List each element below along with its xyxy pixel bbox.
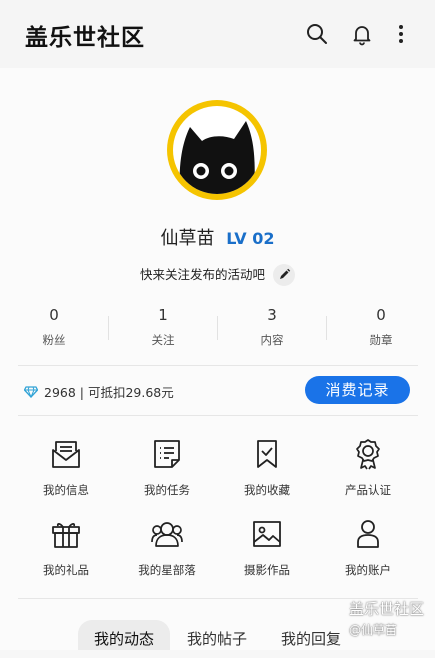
stat-content[interactable]: 3 内容 (218, 306, 326, 348)
bell-icon[interactable] (350, 22, 374, 50)
grid-item-label: 产品认证 (345, 483, 391, 497)
stat-value: 0 (49, 306, 59, 324)
bookmark-check-icon (222, 435, 312, 473)
consumption-record-button[interactable]: 消费记录 (305, 376, 410, 404)
grid-item-my-tribe[interactable]: 我的星部落 (122, 515, 212, 578)
image-icon (222, 515, 312, 553)
tab-my-replies[interactable]: 我的回复 (266, 620, 356, 650)
divider (326, 316, 327, 340)
stat-label: 关注 (151, 333, 175, 347)
watermark: 盖乐世社区 @仙草苗 (349, 598, 435, 638)
message-envelope-icon (21, 435, 111, 473)
stat-label: 勋章 (369, 333, 393, 347)
grid-item-label: 摄影作品 (244, 563, 290, 577)
search-icon[interactable] (305, 22, 329, 50)
points-text: 2968 | 可抵扣29.68元 (44, 385, 174, 400)
grid-item-my-info[interactable]: 我的信息 (21, 435, 111, 498)
grid-item-label: 我的星部落 (138, 563, 196, 577)
grid-item-my-account[interactable]: 我的账户 (323, 515, 413, 578)
stat-value: 3 (267, 306, 277, 324)
grid-item-label: 我的任务 (144, 483, 190, 497)
certified-badge-icon (323, 435, 413, 473)
diamond-icon (23, 386, 39, 399)
bio-row: 快来关注发布的活动吧 (0, 263, 435, 287)
group-icon (122, 515, 212, 553)
grid-item-product-certification[interactable]: 产品认证 (323, 435, 413, 498)
username: 仙草苗 (160, 228, 215, 249)
divider (217, 316, 218, 340)
bio-text: 快来关注发布的活动吧 (140, 267, 266, 282)
edit-bio-button[interactable] (273, 263, 295, 286)
avatar[interactable] (166, 99, 268, 201)
task-list-icon (122, 435, 212, 473)
grid-item-label: 我的账户 (345, 563, 391, 577)
app-bar: 盖乐世社区 (0, 0, 435, 68)
grid-item-photography[interactable]: 摄影作品 (222, 515, 312, 578)
divider (108, 316, 109, 340)
tab-my-activity[interactable]: 我的动态 (78, 620, 170, 650)
stat-medals[interactable]: 0 勋章 (327, 306, 435, 348)
grid-item-label: 我的收藏 (244, 483, 290, 497)
watermark-user: @仙草苗 (349, 623, 398, 637)
stat-label: 内容 (260, 333, 284, 347)
stat-fans[interactable]: 0 粉丝 (0, 306, 108, 348)
more-vertical-icon[interactable] (389, 22, 413, 50)
grid-item-label: 我的礼品 (43, 563, 89, 577)
stat-value: 1 (158, 306, 168, 324)
tab-my-posts[interactable]: 我的帖子 (172, 620, 262, 650)
pencil-icon (280, 268, 291, 279)
username-row: 仙草苗 LV 02 (0, 224, 435, 250)
level-badge: LV 02 (226, 229, 275, 248)
divider (18, 365, 418, 366)
user-icon (323, 515, 413, 553)
points-row: 2968 | 可抵扣29.68元 (23, 382, 174, 401)
grid-item-label: 我的信息 (43, 483, 89, 497)
app-title: 盖乐世社区 (25, 25, 145, 51)
grid-item-my-favorites[interactable]: 我的收藏 (222, 435, 312, 498)
grid-item-my-tasks[interactable]: 我的任务 (122, 435, 212, 498)
stat-following[interactable]: 1 关注 (109, 306, 217, 348)
divider (18, 415, 418, 416)
gift-icon (21, 515, 111, 553)
watermark-title: 盖乐世社区 (349, 600, 425, 618)
stat-value: 0 (376, 306, 386, 324)
stat-label: 粉丝 (42, 333, 66, 347)
grid-item-my-gifts[interactable]: 我的礼品 (21, 515, 111, 578)
